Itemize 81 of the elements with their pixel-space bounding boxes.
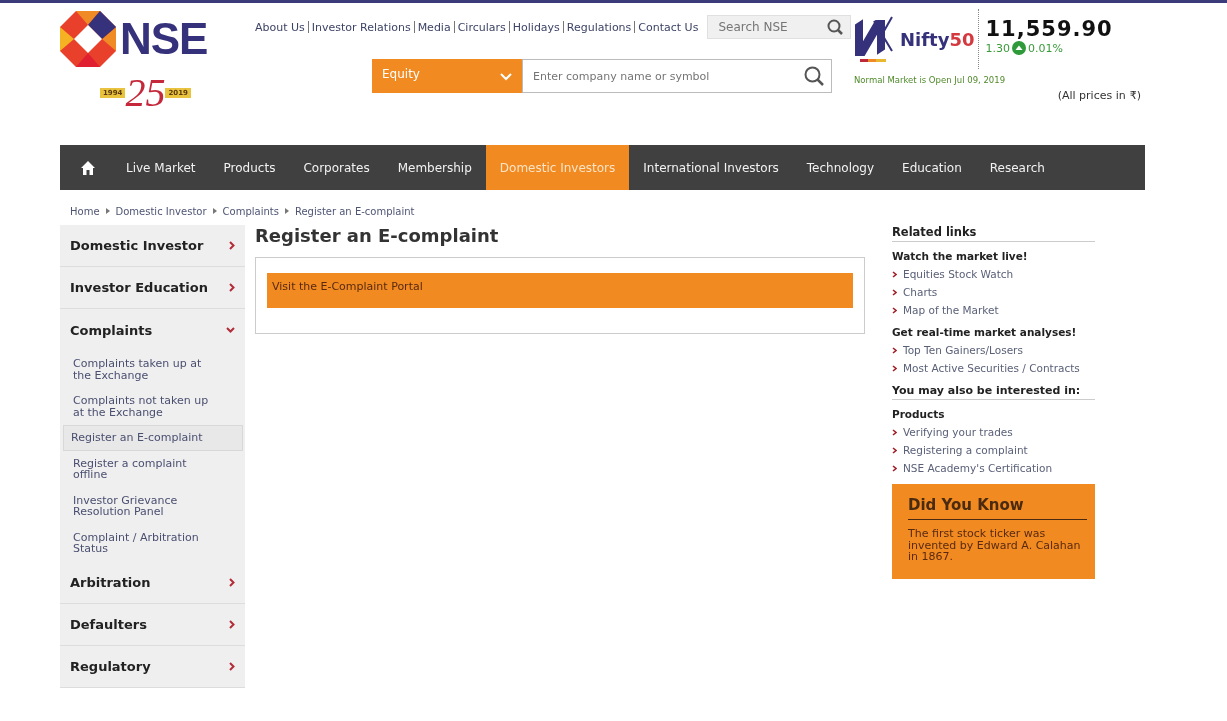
- top-link[interactable]: Regulations: [563, 20, 635, 34]
- breadcrumb-link[interactable]: Complaints: [222, 205, 279, 217]
- top-link[interactable]: Investor Relations: [308, 20, 414, 34]
- chevron-right-icon: [892, 364, 897, 372]
- sidebar-item[interactable]: Regulatory: [60, 646, 245, 688]
- sidebar-subitem[interactable]: Complaints not taken up at the Exchange: [63, 388, 243, 426]
- related-link[interactable]: Charts: [892, 286, 1095, 298]
- top-link[interactable]: Holidays: [509, 20, 563, 34]
- related-link[interactable]: Top Ten Gainers/Losers: [892, 344, 1095, 356]
- symbol-search-field[interactable]: Enter company name or symbol: [522, 59, 832, 93]
- chevron-right-icon: [892, 464, 897, 472]
- link-text: Registering a complaint: [903, 444, 1028, 456]
- sidebar-item[interactable]: Defaulters: [60, 604, 245, 646]
- chevron-right-icon: [892, 288, 897, 296]
- sidebar-subitem[interactable]: Investor Grievance Resolution Panel: [63, 487, 243, 525]
- chevron-right-icon: [892, 446, 897, 454]
- section-title: Related links: [892, 225, 1095, 242]
- related-link[interactable]: Equities Stock Watch: [892, 268, 1095, 280]
- group-heading: Get real-time market analyses!: [892, 326, 1078, 338]
- nav-tab[interactable]: Products: [209, 145, 290, 190]
- sidebar-item[interactable]: Investor Education: [60, 267, 245, 309]
- link-text: Map of the Market: [903, 304, 999, 316]
- sidebar-subitem[interactable]: Complaints taken up at the Exchange: [63, 351, 243, 389]
- search-icon[interactable]: [804, 66, 824, 86]
- chevron-down-icon: [500, 73, 512, 81]
- top-link[interactable]: Circulars: [454, 20, 509, 34]
- sidebar-item[interactable]: Complaints: [60, 309, 245, 351]
- currency-symbol: ₹): [1129, 89, 1141, 102]
- group-heading: Watch the market live!: [892, 250, 1029, 262]
- market-status: Normal Market is Open Jul 09, 2019: [854, 75, 1007, 85]
- card-text: The first stock ticker was invented by Edward A. Calahan in 1867.: [908, 528, 1082, 563]
- link-text: NSE Academy's Certification: [903, 462, 1053, 474]
- nav-tab[interactable]: Technology: [792, 145, 889, 190]
- anniversary-number: 25: [125, 73, 166, 113]
- group-heading: Products: [892, 408, 946, 420]
- breadcrumb-link[interactable]: Register an E-complaint: [294, 205, 415, 217]
- sidebar-item[interactable]: Arbitration: [60, 562, 245, 604]
- sidebar-subitem[interactable]: Register a complaint offline: [63, 450, 243, 488]
- nav-tab[interactable]: Corporates: [289, 145, 384, 190]
- nav-tab[interactable]: International Investors: [629, 145, 793, 190]
- link-text: Verifying your trades: [903, 426, 1013, 438]
- chevron-right-icon: [892, 306, 897, 314]
- related-link[interactable]: Map of the Market: [892, 304, 1095, 316]
- sidebar-subitem[interactable]: Complaint / Arbitration Status: [63, 524, 243, 562]
- nav-tab[interactable]: Education: [888, 145, 976, 190]
- link-text: Top Ten Gainers/Losers: [903, 344, 1023, 356]
- link-text: Charts: [903, 286, 938, 298]
- top-link[interactable]: About Us: [252, 20, 308, 34]
- currency-note: (All prices in: [1057, 89, 1126, 102]
- breadcrumb-link[interactable]: Domestic Investor: [115, 205, 207, 217]
- site-search-field[interactable]: Search NSE: [707, 15, 852, 39]
- chevron-right-icon: [892, 428, 897, 436]
- index-change: 1.30: [985, 41, 1010, 55]
- caret-right-icon: [284, 208, 289, 214]
- nav-tab[interactable]: Live Market: [112, 145, 210, 190]
- search-icon[interactable]: [827, 19, 844, 35]
- top-link[interactable]: Contact Us: [635, 20, 702, 34]
- nav-tab[interactable]: Membership: [383, 145, 486, 190]
- sidebar-item[interactable]: Domestic Investor: [60, 225, 245, 267]
- home-icon[interactable]: [80, 159, 96, 176]
- caret-right-icon: [212, 208, 217, 214]
- card-title: Did You Know: [908, 496, 1087, 520]
- related-link[interactable]: Registering a complaint: [892, 444, 1095, 456]
- index-percent: 0.01%: [1027, 41, 1063, 55]
- page-title: Register an E-complaint: [255, 225, 500, 247]
- logo-text: NSE: [120, 14, 208, 64]
- related-link[interactable]: Verifying your trades: [892, 426, 1095, 438]
- sidebar-subitem[interactable]: Register an E-complaint: [63, 425, 243, 451]
- octagon-logo-icon: [60, 11, 116, 67]
- chevron-right-icon: [892, 270, 897, 278]
- nav-tab[interactable]: Research: [975, 145, 1059, 190]
- index-value: 11,559.90: [985, 17, 1113, 41]
- breadcrumb-link[interactable]: Home: [70, 205, 100, 217]
- section-title: You may also be interested in:: [892, 384, 1095, 400]
- caret-right-icon: [105, 208, 110, 214]
- related-link[interactable]: NSE Academy's Certification: [892, 462, 1095, 474]
- portal-link[interactable]: Visit the E-Complaint Portal: [267, 273, 853, 308]
- link-text: Equities Stock Watch: [903, 268, 1014, 280]
- chevron-right-icon: [892, 346, 897, 354]
- index-name: Nifty50: [900, 28, 975, 50]
- top-link[interactable]: Media: [414, 20, 454, 34]
